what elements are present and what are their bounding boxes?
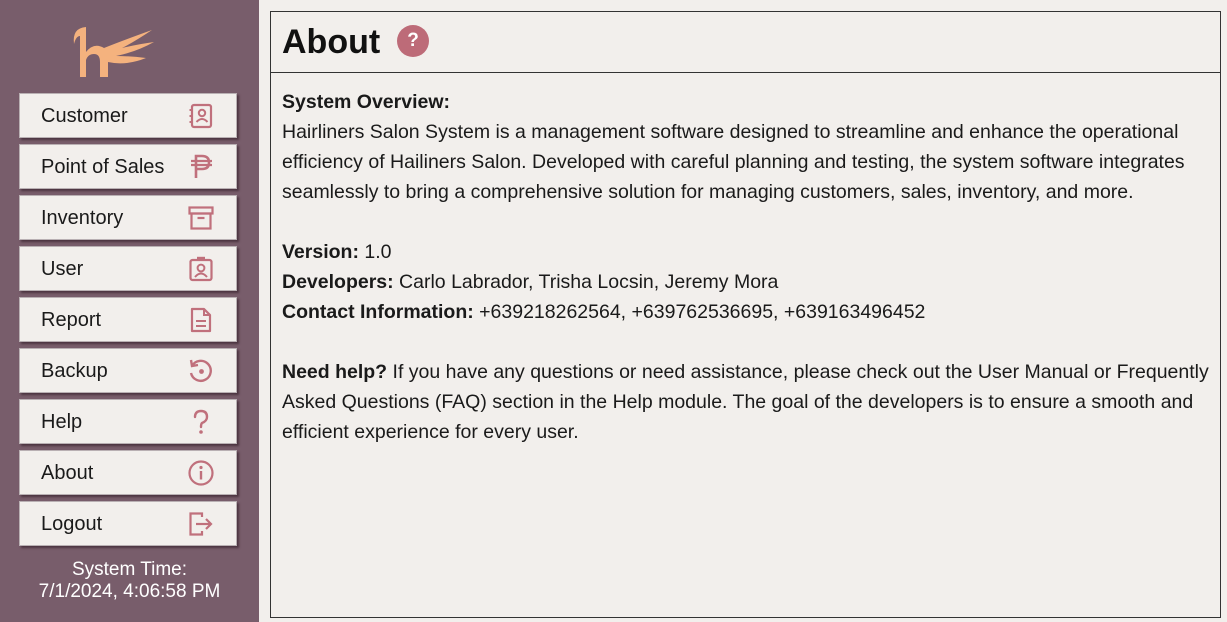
sidebar-item-user[interactable]: User (19, 246, 237, 291)
sidebar: Customer Point of Sales Inventory User R (0, 0, 259, 622)
help-badge-icon[interactable]: ? (397, 25, 429, 57)
overview-heading: System Overview: (282, 91, 451, 113)
sidebar-item-label: Logout (41, 513, 103, 535)
contact-value: +639218262564, +639762536695, +639163496… (473, 301, 926, 323)
developers-label: Developers: (282, 271, 394, 293)
sidebar-item-label: Backup (41, 360, 108, 382)
sidebar-item-label: Inventory (41, 207, 124, 229)
sidebar-item-label: Customer (41, 105, 128, 127)
sidebar-item-about[interactable]: About (19, 450, 237, 495)
address-book-icon (186, 101, 216, 131)
user-badge-icon (186, 254, 216, 284)
sidebar-item-customer[interactable]: Customer (19, 93, 237, 138)
contact-line: Contact Information: +639218262564, +639… (282, 297, 1212, 327)
sidebar-item-label: About (41, 462, 94, 484)
document-icon (186, 305, 216, 335)
developers-value: Carlo Labrador, Trisha Locsin, Jeremy Mo… (393, 271, 779, 293)
help-text: If you have any questions or need assist… (282, 361, 1209, 443)
hairliners-logo (64, 22, 160, 82)
sidebar-item-label: Report (41, 309, 102, 331)
info-icon (186, 458, 216, 488)
sidebar-item-label: User (41, 258, 84, 280)
help-label: Need help? (282, 361, 388, 383)
panel-header: About ? (271, 12, 1220, 73)
sidebar-item-logout[interactable]: Logout (19, 501, 237, 546)
sidebar-item-help[interactable]: Help (19, 399, 237, 444)
about-panel: About ? System Overview: Hairliners Salo… (270, 11, 1221, 618)
sidebar-item-report[interactable]: Report (19, 297, 237, 342)
page-title: About (282, 23, 381, 61)
logout-icon (186, 509, 216, 539)
app-window: Customer Point of Sales Inventory User R (0, 0, 1227, 622)
question-icon (186, 407, 216, 437)
system-time-label: System Time: (71, 559, 188, 580)
peso-icon (186, 152, 216, 182)
version-label: Version: (282, 241, 359, 263)
sidebar-item-inventory[interactable]: Inventory (19, 195, 237, 240)
developers-line: Developers: Carlo Labrador, Trisha Locsi… (282, 267, 1212, 297)
contact-label: Contact Information: (282, 301, 474, 323)
restore-icon (186, 356, 216, 386)
about-content: System Overview: Hairliners Salon System… (282, 87, 1212, 447)
sidebar-item-label: Help (41, 411, 83, 433)
sidebar-item-label: Point of Sales (41, 156, 165, 178)
version-line: Version: 1.0 (282, 237, 1212, 267)
version-value: 1.0 (358, 241, 392, 263)
help-paragraph: Need help? If you have any questions or … (282, 357, 1212, 447)
sidebar-item-backup[interactable]: Backup (19, 348, 237, 393)
overview-text: Hairliners Salon System is a management … (282, 121, 1185, 203)
system-time-value: 7/1/2024, 4:06:58 PM (38, 581, 221, 602)
archive-box-icon (186, 203, 216, 233)
sidebar-item-point-of-sales[interactable]: Point of Sales (19, 144, 237, 189)
